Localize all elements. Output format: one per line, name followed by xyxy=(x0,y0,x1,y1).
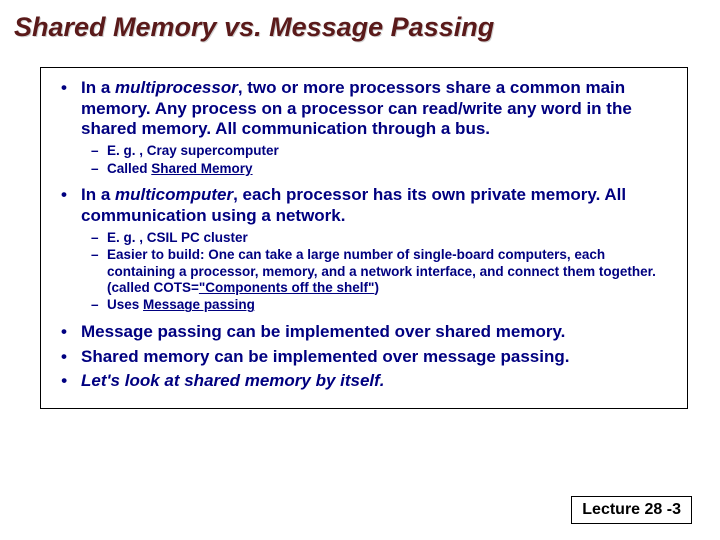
text: Uses xyxy=(107,297,143,312)
content-box: In a multiprocessor, two or more process… xyxy=(40,67,688,409)
emphasis-multiprocessor: multiprocessor xyxy=(115,78,238,97)
sub-list: E. g. , CSIL PC cluster Easier to build:… xyxy=(81,230,675,314)
slide-title: Shared Memory vs. Message Passing xyxy=(0,0,720,43)
sub-list: E. g. , Cray supercomputer Called Shared… xyxy=(81,143,675,177)
bullet-shared-over-msg: Shared memory can be implemented over me… xyxy=(53,347,675,368)
sub-item: E. g. , CSIL PC cluster xyxy=(81,230,675,246)
sub-item: Easier to build: One can take a large nu… xyxy=(81,247,675,296)
text: Called xyxy=(107,161,151,176)
sub-item: E. g. , Cray supercomputer xyxy=(81,143,675,159)
bullet-msg-over-shared: Message passing can be implemented over … xyxy=(53,322,675,343)
text: Easier to build: One can take a large nu… xyxy=(107,247,656,295)
bullet-multiprocessor: In a multiprocessor, two or more process… xyxy=(53,78,675,177)
bullet-lets-look: Let's look at shared memory by itself. xyxy=(53,371,675,392)
sub-item: Uses Message passing xyxy=(81,297,675,313)
text: ) xyxy=(374,280,379,295)
underline-cots: "Components off the shelf" xyxy=(199,280,375,295)
main-list: In a multiprocessor, two or more process… xyxy=(53,78,675,392)
underline-message-passing: Message passing xyxy=(143,297,255,312)
sub-item: Called Shared Memory xyxy=(81,161,675,177)
bullet-multicomputer: In a multicomputer, each processor has i… xyxy=(53,185,675,314)
text: In a xyxy=(81,78,115,97)
underline-shared-memory: Shared Memory xyxy=(151,161,252,176)
text: In a xyxy=(81,185,115,204)
emphasis-multicomputer: multicomputer xyxy=(115,185,233,204)
lecture-number: Lecture 28 -3 xyxy=(571,496,692,524)
